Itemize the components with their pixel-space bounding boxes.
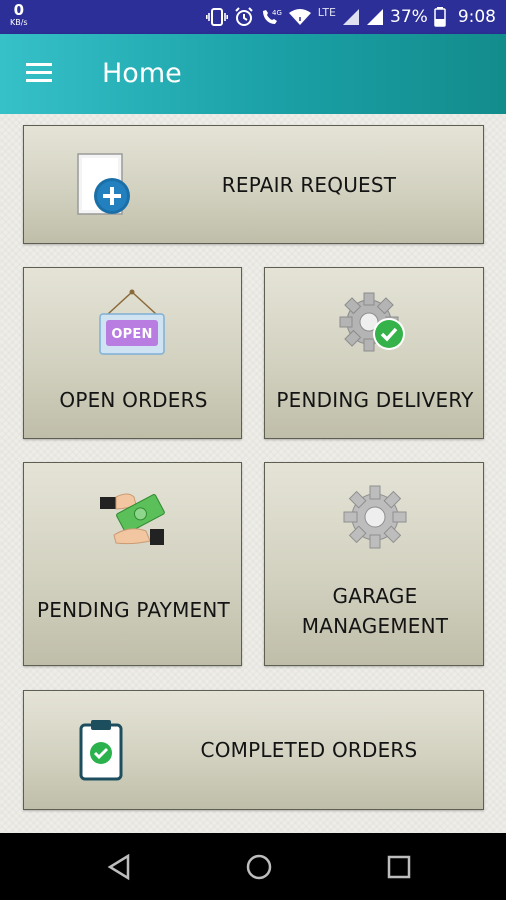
- pending-payment-button[interactable]: PENDING PAYMENT: [23, 462, 242, 666]
- gear-icon: [343, 485, 407, 549]
- call-4g-icon: 4G: [262, 9, 282, 24]
- wifi-icon: [288, 9, 311, 25]
- repair-request-label: REPAIR REQUEST: [221, 173, 397, 197]
- garage-management-label-line1: GARAGE: [332, 584, 418, 608]
- gear-check-icon: [339, 292, 405, 352]
- system-navigation-bar: [0, 833, 506, 900]
- document-add-icon: [77, 153, 130, 215]
- hamburger-menu-icon[interactable]: [26, 63, 52, 83]
- page-title: Home: [102, 58, 182, 89]
- network-type: LTE: [317, 5, 337, 19]
- completed-orders-button[interactable]: COMPLETED ORDERS: [23, 690, 484, 810]
- network-speed-unit: KB/s: [10, 18, 28, 27]
- network-speed-value: 0: [13, 1, 25, 19]
- signal-icon: [367, 9, 384, 25]
- vibrate-icon: [205, 8, 228, 26]
- money-handover-icon: [100, 493, 165, 545]
- home-icon[interactable]: [245, 853, 273, 881]
- network-speed: 0 KB/s: [10, 3, 28, 27]
- garage-management-label-line2: MANAGEMENT: [301, 614, 449, 638]
- completed-orders-label: COMPLETED ORDERS: [200, 738, 418, 762]
- open-orders-button[interactable]: OPEN OPEN ORDERS: [23, 267, 242, 439]
- signal-icon: [343, 9, 360, 25]
- pending-delivery-button[interactable]: PENDING DELIVERY: [264, 267, 484, 439]
- battery-icon: [434, 7, 446, 27]
- recent-apps-icon[interactable]: [387, 855, 411, 879]
- battery-percent: 37%: [390, 7, 428, 27]
- main-content: REPAIR REQUEST OPEN OPEN ORDERS PENDING …: [0, 114, 506, 833]
- garage-management-button[interactable]: GARAGE MANAGEMENT: [264, 462, 484, 666]
- clipboard-check-icon: [79, 720, 123, 781]
- status-icons: 4G LTE 37% 9:08: [205, 0, 496, 34]
- open-sign-text: OPEN: [111, 327, 152, 342]
- app-bar: Home: [0, 34, 506, 114]
- garage-management-label: GARAGE MANAGEMENT: [265, 581, 485, 641]
- open-sign-icon: OPEN: [99, 289, 165, 355]
- back-icon[interactable]: [106, 853, 132, 881]
- pending-delivery-label: PENDING DELIVERY: [276, 388, 474, 412]
- clock: 9:08: [457, 7, 496, 27]
- status-bar: 0 KB/s 4G LTE 37% 9:08: [0, 0, 506, 34]
- open-orders-label: OPEN ORDERS: [59, 388, 208, 412]
- svg-text:4G: 4G: [272, 9, 282, 17]
- repair-request-button[interactable]: REPAIR REQUEST: [23, 125, 484, 244]
- pending-payment-label: PENDING PAYMENT: [37, 598, 230, 622]
- alarm-icon: [235, 7, 253, 26]
